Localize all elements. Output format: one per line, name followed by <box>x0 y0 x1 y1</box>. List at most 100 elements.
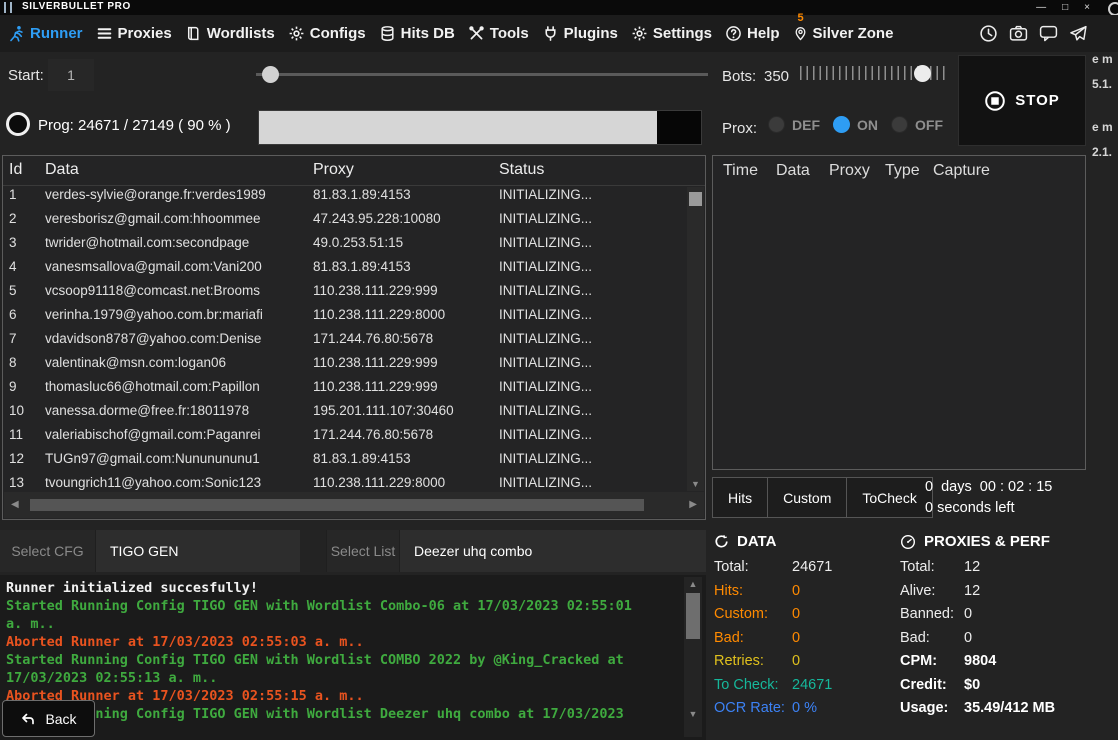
cell-id: 11 <box>9 427 23 442</box>
progress-spinner-icon <box>6 112 30 136</box>
stat-label: Usage: <box>900 700 964 716</box>
nav-item-silver-zone[interactable]: 5Silver Zone <box>793 25 894 42</box>
scrollbar-thumb[interactable] <box>30 499 644 511</box>
telegram-icon[interactable] <box>1069 24 1088 43</box>
table-row[interactable]: 7vdavidson8787@yahoo.com:Denise171.244.7… <box>3 331 687 355</box>
chat-icon[interactable] <box>1039 24 1058 43</box>
tab-custom[interactable]: Custom <box>767 477 847 518</box>
edge-circle-fragment <box>1108 2 1118 16</box>
bots-slider[interactable] <box>800 61 946 86</box>
select-wordlist-button[interactable]: Select List <box>326 530 400 572</box>
stat-value: 12 <box>964 559 980 575</box>
nav-item-configs[interactable]: Configs <box>288 25 366 42</box>
proxy-mode-radio-on[interactable] <box>833 116 850 133</box>
nav-item-label: Hits DB <box>401 25 455 42</box>
bots-slider-handle[interactable] <box>914 65 931 82</box>
table-row[interactable]: 9thomasluc66@hotmail.com:Papillon110.238… <box>3 379 687 403</box>
table-row[interactable]: 13tvoungrich11@yahoo.com:Sonic123110.238… <box>3 475 687 491</box>
stop-button[interactable]: STOP <box>958 55 1086 146</box>
progress-bar <box>258 110 702 145</box>
column-header-data: Data <box>776 162 810 180</box>
hits-tabs: HitsCustomToCheck <box>712 477 932 518</box>
cell-status: INITIALIZING... <box>499 451 592 466</box>
history-icon[interactable] <box>979 24 998 43</box>
close-button[interactable]: × <box>1084 0 1090 15</box>
table-row[interactable]: 12TUGn97@gmail.com:Nununununu181.83.1.89… <box>3 451 687 475</box>
cell-status: INITIALIZING... <box>499 427 592 442</box>
perf-stats-list: Total:12Alive:12Banned:0Bad:0CPM:9804Cre… <box>900 559 1086 716</box>
stat-label: Alive: <box>900 583 964 599</box>
tab-tocheck[interactable]: ToCheck <box>846 477 932 518</box>
cell-proxy: 110.238.111.229:999 <box>313 379 495 394</box>
cell-id: 13 <box>9 475 24 490</box>
stat-label: Credit: <box>900 677 964 693</box>
start-input[interactable] <box>48 59 94 91</box>
cell-id: 3 <box>9 235 17 250</box>
stat-value: 24671 <box>792 677 832 693</box>
stat-label: Custom: <box>714 606 792 622</box>
start-slider-track[interactable] <box>256 73 708 76</box>
log-scrollbar[interactable]: ▲ ▼ <box>684 577 702 737</box>
cell-data: TUGn97@gmail.com:Nununununu1 <box>45 451 309 466</box>
nav-item-tools[interactable]: Tools <box>468 25 529 42</box>
start-slider[interactable] <box>256 66 708 83</box>
cell-id: 7 <box>9 331 17 346</box>
data-panel-title: DATA <box>737 533 776 550</box>
table-row[interactable]: 4vanesmsallova@gmail.com:Vani20081.83.1.… <box>3 259 687 283</box>
proxy-mode-option-label: ON <box>857 117 878 133</box>
proxy-mode-radio-off[interactable] <box>891 116 908 133</box>
scroll-right-arrow[interactable]: ▶ <box>689 499 697 510</box>
stat-row: Credit:$0 <box>900 677 1086 693</box>
minimize-button[interactable]: — <box>1036 0 1046 15</box>
cell-proxy: 49.0.253.51:15 <box>313 235 495 250</box>
tab-hits[interactable]: Hits <box>712 477 768 518</box>
scrollbar-thumb[interactable] <box>686 593 700 639</box>
start-slider-handle[interactable] <box>262 66 279 83</box>
table-row[interactable]: 2veresborisz@gmail.com:hhoommee47.243.95… <box>3 211 687 235</box>
screen-edge-fragment: 5.1. <box>1092 77 1112 91</box>
app-icon <box>4 2 12 13</box>
cell-id: 2 <box>9 211 17 226</box>
nav-item-runner[interactable]: Runner <box>8 25 83 42</box>
nav-item-plugins[interactable]: Plugins <box>542 25 618 42</box>
elapsed-time: 0 days 00 : 02 : 15 <box>925 479 1052 495</box>
nav-item-label: Proxies <box>118 25 172 42</box>
selected-wordlist-value: Deezer uhq combo <box>400 530 706 572</box>
results-vertical-scrollbar[interactable]: ▼ <box>687 187 704 491</box>
window-title: SILVERBULLET PRO <box>22 1 131 12</box>
nav-item-settings[interactable]: Settings <box>631 25 712 42</box>
cell-status: INITIALIZING... <box>499 331 592 346</box>
table-row[interactable]: 10vanessa.dorme@free.fr:18011978195.201.… <box>3 403 687 427</box>
nav-item-help[interactable]: Help <box>725 25 780 42</box>
table-row[interactable]: 5vcsoop91118@comcast.net:Brooms110.238.1… <box>3 283 687 307</box>
scroll-down-arrow[interactable]: ▼ <box>687 479 704 489</box>
cell-status: INITIALIZING... <box>499 307 592 322</box>
stat-label: Bad: <box>900 630 964 646</box>
proxy-mode-radio-def[interactable] <box>768 116 785 133</box>
refresh-icon <box>714 534 729 549</box>
cell-proxy: 110.238.111.229:999 <box>313 283 495 298</box>
table-row[interactable]: 1verdes-sylvie@orange.fr:verdes198981.83… <box>3 187 687 211</box>
results-horizontal-scrollbar[interactable]: ◀ ▶ <box>4 492 704 518</box>
nav-item-wordlists[interactable]: Wordlists <box>185 25 275 42</box>
scroll-up-arrow[interactable]: ▲ <box>684 579 702 589</box>
back-button[interactable]: Back <box>2 700 95 737</box>
progress-fill <box>259 111 657 144</box>
stat-value: 12 <box>964 583 980 599</box>
scrollbar-thumb[interactable] <box>689 192 702 206</box>
table-row[interactable]: 6verinha.1979@yahoo.com.br:mariafi110.23… <box>3 307 687 331</box>
table-row[interactable]: 11valeriabischof@gmail.com:Paganrei171.2… <box>3 427 687 451</box>
cell-data: tvoungrich11@yahoo.com:Sonic123 <box>45 475 309 490</box>
maximize-button[interactable]: □ <box>1062 0 1068 15</box>
window-controls: — □ × <box>1036 0 1090 15</box>
runner-log: Runner initialized succesfully!Started R… <box>0 575 706 740</box>
cell-data: valeriabischof@gmail.com:Paganrei <box>45 427 309 442</box>
scroll-down-arrow[interactable]: ▼ <box>684 709 702 719</box>
nav-item-hits-db[interactable]: Hits DB <box>379 25 455 42</box>
nav-item-proxies[interactable]: Proxies <box>96 25 172 42</box>
table-row[interactable]: 8valentinak@msn.com:logan06110.238.111.2… <box>3 355 687 379</box>
table-row[interactable]: 3twrider@hotmail.com:secondpage49.0.253.… <box>3 235 687 259</box>
camera-icon[interactable] <box>1009 24 1028 43</box>
select-config-button[interactable]: Select CFG <box>0 530 96 572</box>
scroll-left-arrow[interactable]: ◀ <box>11 499 19 510</box>
